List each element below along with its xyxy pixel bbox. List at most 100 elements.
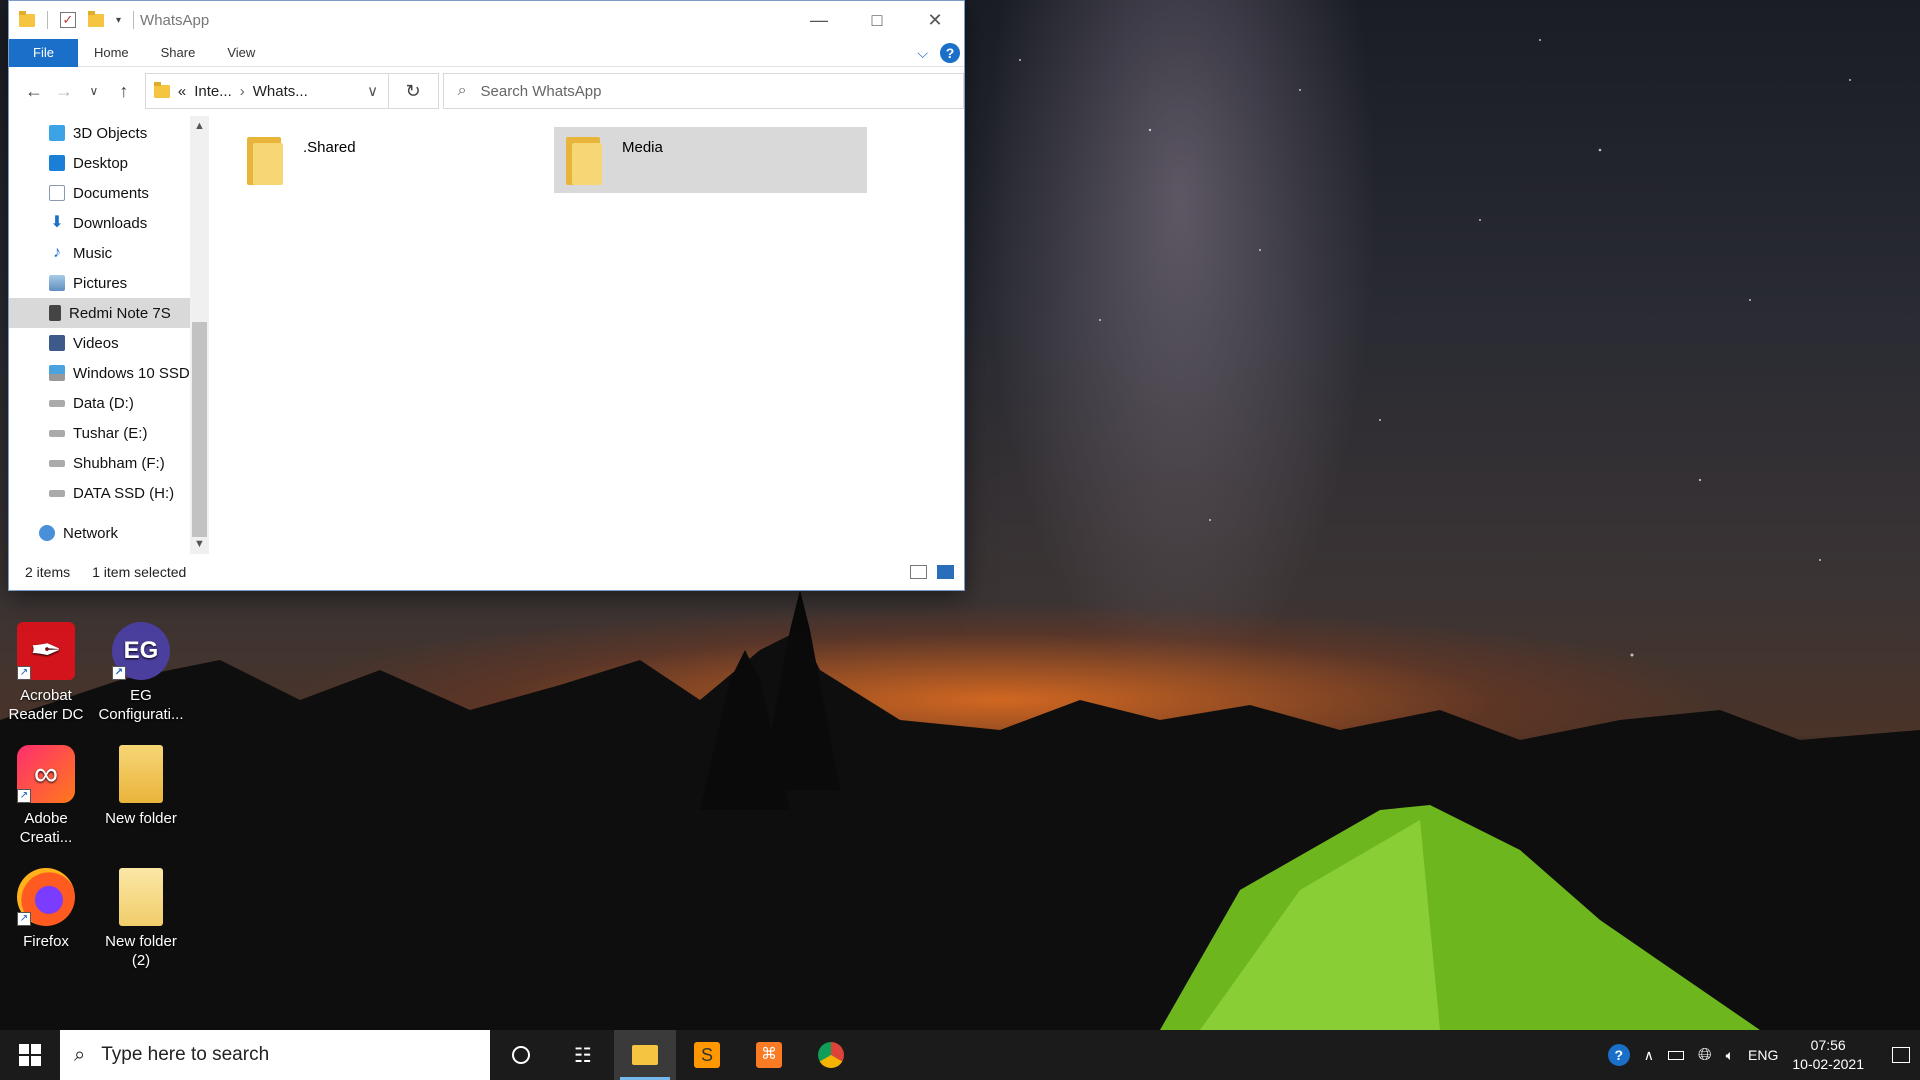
chevron-down-icon[interactable]: ▾ [116, 15, 121, 26]
folder-item-shared[interactable]: .Shared [235, 127, 548, 193]
minimize-button[interactable]: — [790, 1, 848, 39]
nav-item-label: 3D Objects [73, 124, 148, 142]
file-explorer-window: ✓ ▾ WhatsApp — □ ✕ File Home Share View … [8, 0, 965, 591]
folder-item-media[interactable]: Media [554, 127, 867, 193]
desktop-icon-new-folder-2[interactable]: New folder (2) [95, 868, 187, 970]
nav-item-label: Documents [73, 184, 149, 202]
taskbar-search-box[interactable]: ⌕ Type here to search [60, 1030, 490, 1080]
folder-name: .Shared [303, 139, 356, 156]
nav-item-music[interactable]: ♪ Music [9, 238, 209, 268]
shortcut-arrow-icon: ↗ [17, 666, 31, 680]
taskbar-file-explorer[interactable] [614, 1030, 676, 1080]
folder-icon [19, 10, 35, 27]
notifications-icon[interactable] [1892, 1047, 1910, 1063]
nav-item-data-ssd-h[interactable]: DATA SSD (H:) [9, 478, 209, 508]
task-view-button[interactable]: ☷ [552, 1030, 614, 1080]
battery-icon[interactable] [1668, 1050, 1685, 1060]
address-bar[interactable]: « Inte... › Whats... ∨ [144, 73, 389, 109]
details-view-icon[interactable] [910, 565, 927, 579]
refresh-button[interactable]: ↻ [388, 73, 439, 109]
nav-item-3d-objects[interactable]: 3D Objects [9, 118, 209, 148]
nav-item-desktop[interactable]: Desktop [9, 148, 209, 178]
forward-button[interactable]: → [49, 81, 79, 102]
nav-item-data-d[interactable]: Data (D:) [9, 388, 209, 418]
tab-home[interactable]: Home [78, 39, 145, 67]
nav-item-downloads[interactable]: ⬇ Downloads [9, 208, 209, 238]
title-bar[interactable]: ✓ ▾ WhatsApp — □ ✕ [9, 1, 964, 39]
search-placeholder: Search WhatsApp [480, 82, 602, 100]
desktop-icon-acrobat[interactable]: ✒ ↗ Acrobat Reader DC [0, 622, 92, 724]
nav-pane-scrollbar[interactable]: ▲ ▼ [190, 116, 209, 554]
recent-locations-chevron-icon[interactable]: ∨ [79, 84, 109, 98]
volume-icon[interactable]: 🔈︎ [1726, 1047, 1734, 1064]
desktop-icon-adobe-cc[interactable]: ∞ ↗ Adobe Creati... [0, 745, 92, 847]
clock-date: 10-02-2021 [1792, 1056, 1864, 1072]
address-dropdown-chevron-icon[interactable]: ∨ [358, 82, 388, 100]
nav-item-label: DATA SSD (H:) [73, 484, 175, 502]
show-hidden-icons-chevron-icon[interactable]: ∧ [1644, 1047, 1654, 1064]
tab-file[interactable]: File [9, 38, 78, 67]
large-icons-view-icon[interactable] [937, 565, 954, 579]
task-view-icon: ☷ [574, 1044, 592, 1067]
folder-icon [119, 868, 163, 926]
taskbar-chrome[interactable] [800, 1030, 862, 1080]
desktop-icon-new-folder[interactable]: New folder [95, 745, 187, 828]
ribbon-right-controls: ⌵ ? [917, 43, 960, 63]
back-button[interactable]: ← [19, 81, 49, 102]
desktop-icon-firefox[interactable]: ↗ Firefox [0, 868, 92, 951]
network-globe-icon[interactable]: 🌐︎ [1698, 1045, 1712, 1065]
maximize-button[interactable]: □ [848, 1, 906, 39]
new-folder-icon[interactable] [88, 10, 104, 27]
nav-item-shubham-f[interactable]: Shubham (F:) [9, 448, 209, 478]
search-icon: ⌕ [74, 1043, 86, 1066]
properties-check-icon[interactable]: ✓ [60, 12, 76, 28]
phone-icon [49, 305, 61, 321]
nav-item-videos[interactable]: Videos [9, 328, 209, 358]
taskbar-xampp[interactable]: ⌘ [738, 1030, 800, 1080]
downloads-icon: ⬇ [50, 214, 64, 231]
pictures-icon [49, 275, 65, 291]
drive-icon [49, 399, 65, 407]
nav-item-network[interactable]: Network [9, 518, 209, 548]
up-button[interactable]: ↑ [109, 81, 139, 102]
tab-share[interactable]: Share [145, 39, 212, 67]
taskbar-search-placeholder: Type here to search [101, 1044, 270, 1065]
help-tray-icon[interactable]: ? [1607, 1044, 1630, 1066]
adobe-cc-icon: ∞ ↗ [17, 745, 75, 803]
scroll-down-arrow-icon[interactable]: ▼ [190, 538, 209, 550]
quick-access-toolbar: ✓ ▾ [19, 10, 135, 29]
help-icon[interactable]: ? [940, 43, 960, 63]
drive-icon [49, 429, 65, 437]
acrobat-icon: ✒ ↗ [17, 622, 75, 680]
close-button[interactable]: ✕ [906, 1, 964, 39]
nav-item-redmi-note-7s[interactable]: Redmi Note 7S [9, 298, 209, 328]
cortana-circle-icon [512, 1046, 530, 1064]
cortana-button[interactable] [490, 1030, 552, 1080]
scroll-up-arrow-icon[interactable]: ▲ [190, 120, 209, 132]
folder-icon [566, 137, 604, 185]
documents-icon [49, 185, 65, 201]
view-toggle [910, 565, 954, 579]
nav-item-label: Desktop [73, 154, 129, 172]
desktop-icon-label: Acrobat Reader DC [8, 687, 84, 723]
search-box[interactable]: ⌕ Search WhatsApp [442, 73, 965, 109]
expand-ribbon-chevron-icon[interactable]: ⌵ [917, 45, 928, 62]
desktop-icon-eg-config[interactable]: EG ↗ EG Configurati... [95, 622, 187, 724]
nav-item-pictures[interactable]: Pictures [9, 268, 209, 298]
nav-item-documents[interactable]: Documents [9, 178, 209, 208]
clock[interactable]: 07:56 10-02-2021 [1792, 1036, 1864, 1074]
breadcrumb-overflow[interactable]: « [178, 83, 186, 100]
breadcrumb-segment[interactable]: Inte... [194, 83, 232, 100]
breadcrumb-segment[interactable]: Whats... [253, 83, 308, 100]
taskbar-sublime-text[interactable]: S [676, 1030, 738, 1080]
nav-item-windows-ssd[interactable]: Windows 10 SSD [9, 358, 209, 388]
tab-view[interactable]: View [211, 39, 271, 67]
selection-count: 1 item selected [92, 564, 187, 580]
nav-item-label: Downloads [73, 214, 148, 232]
scrollbar-thumb[interactable] [192, 322, 207, 537]
language-indicator[interactable]: ENG [1748, 1047, 1778, 1063]
desktop-icon-label: New folder (2) [105, 933, 177, 969]
start-button[interactable] [0, 1030, 60, 1080]
desktop-icon-label: Adobe Creati... [19, 810, 73, 846]
nav-item-tushar-e[interactable]: Tushar (E:) [9, 418, 209, 448]
